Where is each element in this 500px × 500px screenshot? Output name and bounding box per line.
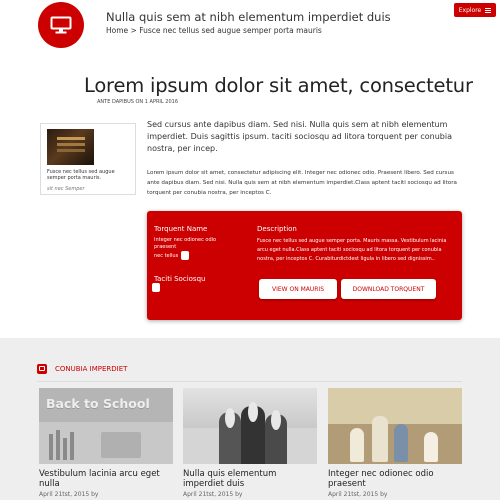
article-figure: Fusce nec tellus sed augue semper porta … <box>40 123 136 195</box>
panel-select-1[interactable] <box>181 251 189 260</box>
card-thumbnail-school[interactable]: Back to School <box>39 388 173 464</box>
figure-caption: Fusce nec tellus sed augue semper porta … <box>47 169 115 181</box>
site-title[interactable]: Nulla quis sem at nibh elementum imperdi… <box>106 10 391 24</box>
article-lead: Sed cursus ante dapibus diam. Sed nisi. … <box>147 120 452 153</box>
section-title: CONUBIA IMPERDIET <box>55 365 128 373</box>
card-date: April 21tst, 2015 by <box>39 491 99 498</box>
download-torquent-button[interactable]: DOWNLOAD TORQUENT <box>341 279 436 299</box>
thumbnail-text: Back to School <box>46 396 150 411</box>
panel-select-2[interactable] <box>152 283 160 292</box>
article-byline: ANTE DAPIBUS ON 1 APRIL 2016 <box>97 99 179 105</box>
section-divider <box>37 381 462 382</box>
site-logo[interactable] <box>38 2 84 48</box>
monitor-icon <box>50 16 72 34</box>
explore-button[interactable]: Explore <box>454 3 496 17</box>
related-section: CONUBIA IMPERDIET Back to School Vestibu… <box>0 338 500 500</box>
breadcrumb[interactable]: Home > Fusce nec tellus sed augue semper… <box>106 26 322 35</box>
download-panel: Torquent Name Integer nec odionec odio p… <box>147 211 462 320</box>
hamburger-menu-icon <box>485 7 492 13</box>
explore-label: Explore <box>458 6 482 14</box>
image-icon <box>37 364 47 374</box>
panel-label-sociosqu: Taciti Sociosqu <box>154 275 206 283</box>
figure-credit: sit nec Semper <box>47 186 85 192</box>
card-title[interactable]: Vestibulum lacinia arcu eget nulla <box>39 469 173 489</box>
article-body: Lorem ipsum dolor sit amet, consectetur … <box>147 170 457 196</box>
panel-text-1: Integer nec odionec odio praesent <box>154 237 217 250</box>
panel-description-heading: Description <box>257 225 297 233</box>
panel-text-2: nec tellus <box>154 253 179 259</box>
card-title[interactable]: Integer nec odionec odio praesent <box>328 469 462 489</box>
card-date: April 21tst, 2015 by <box>183 491 243 498</box>
card-date: April 21tst, 2015 by <box>328 491 388 498</box>
card-thumbnail-children[interactable] <box>328 388 462 464</box>
panel-description: Fusce nec tellus sed augue semper porta.… <box>257 238 447 262</box>
article-headline: Lorem ipsum dolor sit amet, consectetur <box>84 74 473 97</box>
card-title[interactable]: Nulla quis elementum imperdiet duis <box>183 469 317 489</box>
book-cover-image[interactable] <box>47 129 94 165</box>
article-area: Nulla quis sem at nibh elementum imperdi… <box>0 0 500 338</box>
panel-label-name: Torquent Name <box>154 225 208 233</box>
card-thumbnail-graduates[interactable] <box>183 388 317 464</box>
view-on-mauris-button[interactable]: VIEW ON MAURIS <box>259 279 337 299</box>
